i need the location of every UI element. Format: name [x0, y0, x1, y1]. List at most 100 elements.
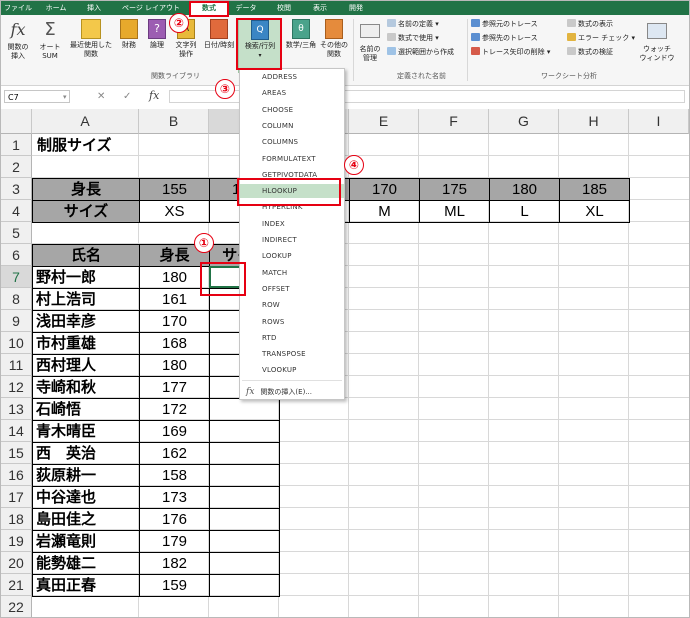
size-table-size-label[interactable]: サイズ: [32, 200, 140, 223]
person-name-cell[interactable]: 浅田幸彦: [32, 310, 140, 333]
row-header[interactable]: 17: [1, 486, 32, 508]
column-header-i[interactable]: I: [629, 109, 689, 134]
size-table-height-cell[interactable]: 175: [419, 178, 490, 201]
person-size-cell[interactable]: [209, 508, 280, 531]
row-header[interactable]: 3: [1, 178, 32, 200]
row-header[interactable]: 14: [1, 420, 32, 442]
cancel-icon[interactable]: ✕: [97, 90, 105, 104]
logical-button[interactable]: ? 論理: [145, 19, 169, 50]
more-functions-button[interactable]: その他の 関数: [319, 19, 349, 59]
dropdown-item-indirect[interactable]: INDIRECT: [262, 236, 297, 244]
person-size-cell[interactable]: [209, 530, 280, 553]
person-name-cell[interactable]: 市村重雄: [32, 332, 140, 355]
row-header[interactable]: 1: [1, 134, 32, 156]
person-size-cell[interactable]: [209, 552, 280, 575]
tab-developer[interactable]: 開発: [341, 2, 371, 15]
person-height-cell[interactable]: 162: [139, 442, 210, 465]
list-header-name[interactable]: 氏名: [32, 244, 140, 267]
size-table-size-cell[interactable]: ML: [419, 200, 490, 223]
error-check-button[interactable]: エラー チェック ▾: [567, 33, 635, 43]
person-name-cell[interactable]: 石崎悟: [32, 398, 140, 421]
row-header[interactable]: 22: [1, 596, 32, 617]
size-table-height-cell[interactable]: 185: [559, 178, 630, 201]
trace-precedents-button[interactable]: 参照元のトレース: [471, 19, 538, 29]
dropdown-item-rtd[interactable]: RTD: [262, 334, 277, 342]
person-name-cell[interactable]: 荻原耕一: [32, 464, 140, 487]
column-header-b[interactable]: B: [139, 109, 209, 134]
name-box[interactable]: C7: [4, 90, 70, 103]
autosum-button[interactable]: Σ オート SUM: [35, 19, 65, 61]
row-header[interactable]: 18: [1, 508, 32, 530]
show-formulas-button[interactable]: 数式の表示: [567, 19, 613, 29]
dropdown-item-rows[interactable]: ROWS: [262, 318, 285, 326]
tab-home[interactable]: ホーム: [41, 2, 71, 15]
tab-view[interactable]: 表示: [305, 2, 335, 15]
datetime-button[interactable]: 日付/時刻: [201, 19, 237, 50]
tab-insert[interactable]: 挿入: [81, 2, 107, 15]
person-name-cell[interactable]: 西 英治: [32, 442, 140, 465]
size-table-height-cell[interactable]: 170: [349, 178, 420, 201]
person-height-cell[interactable]: 172: [139, 398, 210, 421]
person-height-cell[interactable]: 173: [139, 486, 210, 509]
person-height-cell[interactable]: 182: [139, 552, 210, 575]
column-header-f[interactable]: F: [419, 109, 489, 134]
tab-review[interactable]: 校閲: [269, 2, 299, 15]
column-header-a[interactable]: A: [32, 109, 139, 134]
row-header[interactable]: 11: [1, 354, 32, 376]
column-header-h[interactable]: H: [559, 109, 629, 134]
row-header[interactable]: 7: [1, 266, 32, 288]
recent-functions-button[interactable]: 最近使用した 関数: [67, 19, 115, 59]
row-header[interactable]: 21: [1, 574, 32, 596]
dropdown-item-address[interactable]: ADDRESS: [262, 73, 297, 81]
person-height-cell[interactable]: 179: [139, 530, 210, 553]
remove-arrows-button[interactable]: トレース矢印の削除 ▾: [471, 47, 550, 57]
dropdown-item-choose[interactable]: CHOOSE: [262, 106, 293, 114]
person-height-cell[interactable]: 177: [139, 376, 210, 399]
size-table-height-cell[interactable]: 180: [489, 178, 560, 201]
size-table-height-cell[interactable]: 155: [139, 178, 210, 201]
person-size-cell[interactable]: [209, 574, 280, 597]
dropdown-item-transpose[interactable]: TRANSPOSE: [262, 350, 306, 358]
person-name-cell[interactable]: 真田正春: [32, 574, 140, 597]
evaluate-formula-button[interactable]: 数式の検証: [567, 47, 613, 57]
tab-data[interactable]: データ: [231, 2, 261, 15]
person-size-cell[interactable]: [209, 398, 280, 421]
dropdown-item-vlookup[interactable]: VLOOKUP: [262, 366, 297, 374]
person-height-cell[interactable]: 159: [139, 574, 210, 597]
size-table-size-cell[interactable]: M: [349, 200, 420, 223]
dropdown-item-column[interactable]: COLUMN: [262, 122, 294, 130]
column-header-g[interactable]: G: [489, 109, 559, 134]
person-size-cell[interactable]: [209, 442, 280, 465]
person-name-cell[interactable]: 野村一郎: [32, 266, 140, 289]
row-header[interactable]: 10: [1, 332, 32, 354]
size-table-size-cell[interactable]: XS: [139, 200, 210, 223]
use-in-formula-button[interactable]: 数式で使用 ▾: [387, 33, 439, 43]
check-icon[interactable]: ✓: [123, 90, 131, 104]
person-name-cell[interactable]: 西村理人: [32, 354, 140, 377]
person-height-cell[interactable]: 176: [139, 508, 210, 531]
row-header[interactable]: 5: [1, 222, 32, 244]
dropdown-item-columns[interactable]: COLUMNS: [262, 138, 298, 146]
row-header[interactable]: 6: [1, 244, 32, 266]
define-name-button[interactable]: 名前の定義 ▾: [387, 19, 439, 29]
create-from-selection-button[interactable]: 選択範囲から作成: [387, 47, 454, 57]
dropdown-item-lookup[interactable]: LOOKUP: [262, 252, 292, 260]
person-height-cell[interactable]: 180: [139, 354, 210, 377]
row-header[interactable]: 2: [1, 156, 32, 178]
dropdown-item-formulatext[interactable]: FORMULATEXT: [262, 155, 316, 163]
size-table-size-cell[interactable]: L: [489, 200, 560, 223]
insert-function-button[interactable]: fx 関数の 挿入: [3, 19, 33, 61]
financial-button[interactable]: 財務: [117, 19, 141, 50]
person-name-cell[interactable]: 青木晴臣: [32, 420, 140, 443]
row-header[interactable]: 20: [1, 552, 32, 574]
person-height-cell[interactable]: 168: [139, 332, 210, 355]
person-name-cell[interactable]: 能勢雄二: [32, 552, 140, 575]
math-trig-button[interactable]: θ 数学/三角: [284, 19, 318, 50]
person-size-cell[interactable]: [209, 464, 280, 487]
row-header[interactable]: 9: [1, 310, 32, 332]
person-name-cell[interactable]: 島田佳之: [32, 508, 140, 531]
name-manager-button[interactable]: 名前の 管理: [355, 19, 385, 63]
row-header[interactable]: 19: [1, 530, 32, 552]
dropdown-item-row[interactable]: ROW: [262, 301, 280, 309]
dropdown-item-offset[interactable]: OFFSET: [262, 285, 290, 293]
